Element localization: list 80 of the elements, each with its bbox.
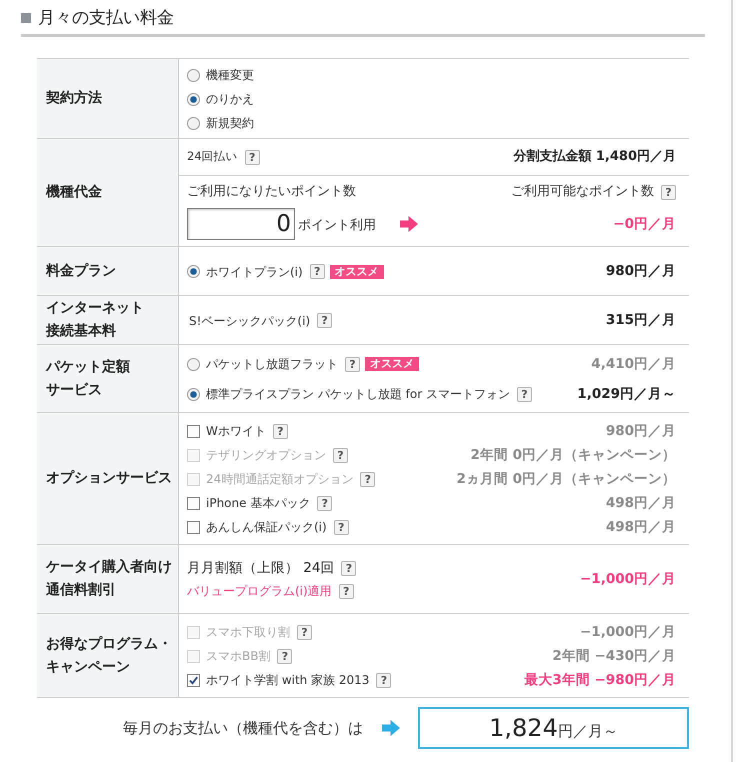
help-button[interactable]: ? — [661, 184, 676, 200]
help-button[interactable]: ? — [244, 150, 260, 164]
points-available-label: ご利用可能なポイント数 — [511, 183, 654, 202]
row-label: サービス — [46, 380, 102, 400]
recommended-badge: オススメ — [330, 264, 384, 278]
option-label: Wホワイト — [206, 423, 266, 440]
right-arrow-icon — [382, 720, 400, 736]
discount-title: 月月割額（上限） 24回 — [187, 558, 334, 578]
option-label: S!ベーシックパック(i) — [189, 312, 310, 330]
price: 4,410円／月 — [591, 354, 676, 374]
radio-button[interactable] — [187, 92, 200, 106]
option-label: あんしん保証パック(i) — [206, 519, 327, 536]
price: 2年間 −430円／月 — [552, 646, 676, 666]
right-arrow-icon — [400, 216, 418, 232]
help-button[interactable]: ? — [317, 496, 332, 510]
discount-price: −1,000円／月 — [580, 570, 676, 589]
option-label: 機種変更 — [206, 67, 254, 84]
option-label: iPhone 基本パック — [206, 495, 310, 512]
price: 最大3年間 −980円／月 — [524, 670, 676, 690]
help-button[interactable]: ? — [310, 264, 325, 279]
option-label: パケットし放題フラット — [206, 356, 338, 373]
help-button[interactable]: ? — [341, 560, 356, 576]
checkbox[interactable] — [187, 424, 200, 438]
total-label: 毎月のお支払い（機種代を含む）は — [123, 718, 363, 739]
points-unit: ポイント利用 — [298, 217, 376, 236]
price: 2ヵ月間 0円／月（キャンペーン） — [456, 470, 676, 489]
price: 1,029円／月～ — [577, 384, 676, 404]
price: 980円／月 — [606, 262, 676, 282]
radio-button[interactable] — [187, 358, 200, 370]
price: 980円／月 — [606, 422, 676, 441]
radio-button[interactable] — [187, 116, 200, 130]
row-label: ケータイ購入者向け — [46, 558, 172, 577]
checkbox[interactable] — [187, 520, 200, 534]
help-button[interactable]: ? — [272, 424, 288, 438]
square-bullet-icon — [21, 13, 31, 23]
option-label: 新規契約 — [206, 115, 254, 132]
installment-label: 24回払い — [187, 148, 238, 166]
radio-button[interactable] — [187, 68, 200, 82]
option-label: ホワイト学割 with 家族 2013 — [206, 672, 370, 689]
price: 498円／月 — [606, 494, 676, 513]
help-button[interactable]: ? — [376, 672, 392, 688]
row-label: 契約方法 — [46, 88, 102, 108]
radio-button[interactable] — [187, 388, 200, 400]
help-button[interactable]: ? — [334, 520, 349, 534]
price: 315円／月 — [606, 311, 676, 330]
help-button[interactable]: ? — [317, 313, 332, 328]
recommended-badge: オススメ — [365, 357, 419, 371]
option-label: テザリングオプション — [206, 447, 326, 464]
row-label: インターネット — [46, 299, 144, 318]
row-label: お得なプログラム・ — [46, 634, 172, 654]
row-label: パケット定額 — [46, 358, 130, 376]
row-label: 料金プラン — [46, 262, 116, 280]
section-title: 月々の支払い料金 — [38, 7, 174, 29]
total-unit: 円／月～ — [558, 721, 618, 742]
points-wanted-label: ご利用になりたいポイント数 — [187, 183, 356, 202]
price: −1,000円／月 — [580, 622, 676, 642]
checkbox[interactable] — [187, 496, 200, 510]
total-amount: 1,824 — [489, 713, 558, 744]
option-label: のりかえ — [206, 91, 254, 108]
help-button[interactable]: ? — [516, 386, 532, 402]
option-label: 24時間通話定額オプション — [206, 471, 354, 488]
row-label: 機種代金 — [46, 183, 102, 202]
price: 2年間 0円／月（キャンペーン） — [470, 446, 676, 465]
option-label: スマホBB割 — [206, 648, 270, 665]
value-program-link[interactable]: バリュープログラム(i)適用 — [187, 582, 332, 600]
installment-total: 分割支払金額 1,480円／月 — [513, 148, 676, 166]
checkbox[interactable] — [187, 674, 200, 686]
points-input[interactable]: 0 — [187, 208, 295, 240]
row-label: 通信料割引 — [46, 581, 116, 600]
row-label: 接続基本料 — [46, 322, 116, 341]
points-discount: −0円／月 — [613, 214, 676, 234]
option-label: 標準プライスプラン パケットし放題 for スマートフォン — [206, 386, 510, 403]
help-button[interactable]: ? — [338, 584, 354, 599]
option-label: ホワイトプラン(i) — [206, 264, 303, 280]
option-label: スマホ下取り割 — [206, 624, 290, 641]
row-label: オプションサービス — [46, 469, 172, 488]
radio-button[interactable] — [187, 265, 200, 278]
price: 498円／月 — [606, 518, 676, 537]
row-label: キャンペーン — [46, 658, 130, 676]
help-button[interactable]: ? — [345, 356, 360, 372]
